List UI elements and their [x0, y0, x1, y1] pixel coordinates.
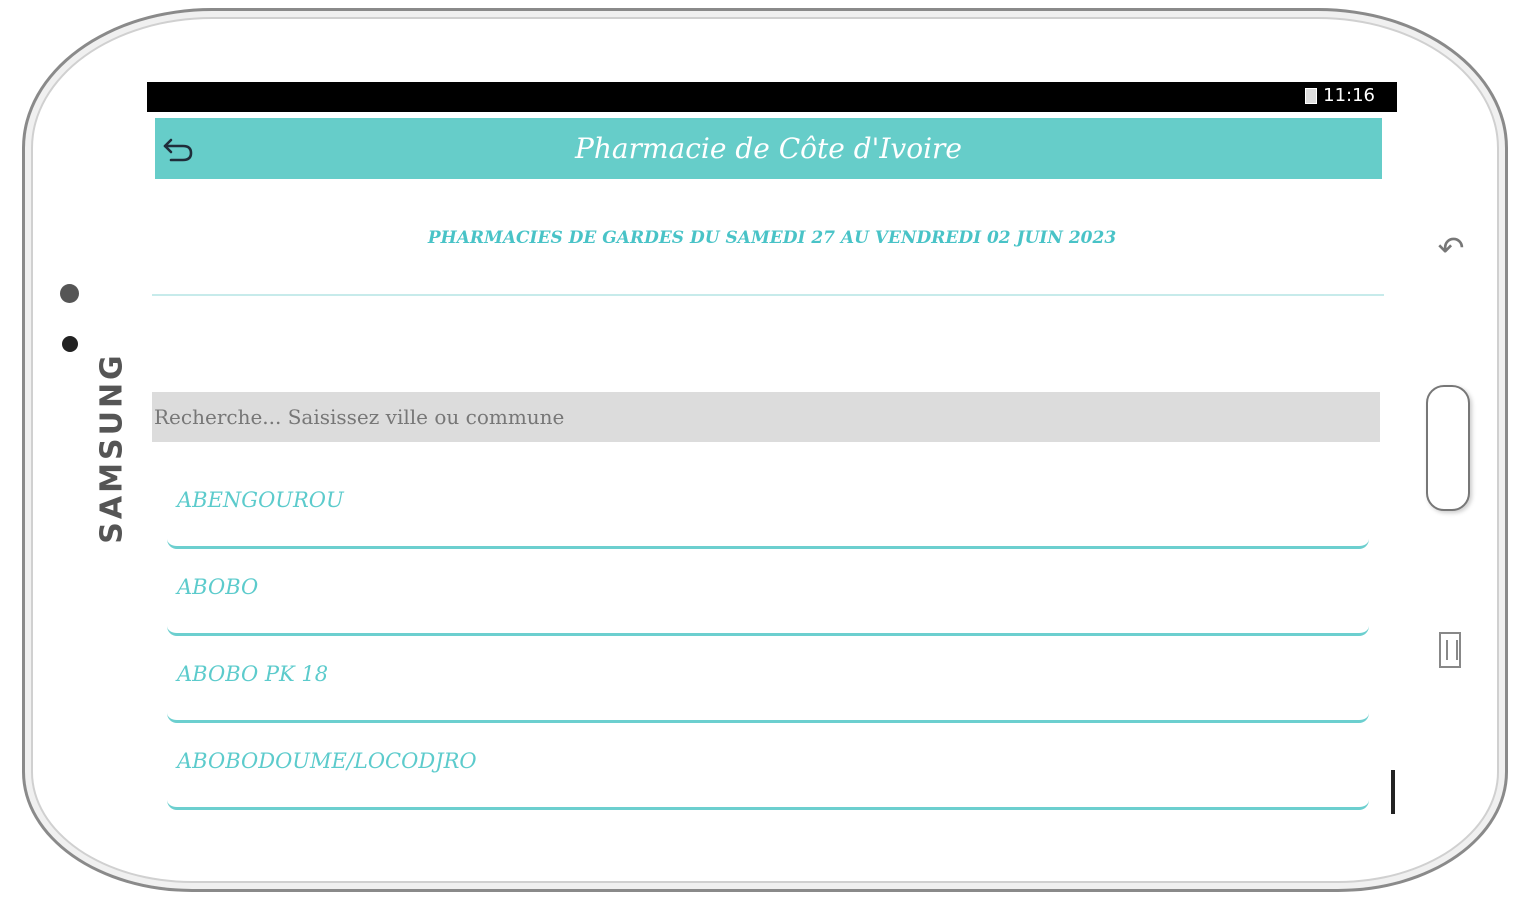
camera-icon — [60, 284, 79, 303]
app-title: Pharmacie de Côte d'Ivoire — [575, 132, 962, 165]
status-bar: 11:16 — [147, 82, 1397, 112]
list-item-label: ABOBO PK 18 — [177, 662, 329, 686]
list-item[interactable]: ABOBODOUME/LOCODJRO — [167, 723, 1369, 810]
guard-period-title: PHARMACIES DE GARDES DU SAMEDI 27 AU VEN… — [427, 228, 1117, 248]
search-input[interactable] — [152, 392, 1380, 442]
scrollbar[interactable] — [1391, 770, 1395, 814]
status-time: 11:16 — [1323, 85, 1375, 106]
list-item-underline — [167, 539, 1369, 549]
list-item-label: ABOBODOUME/LOCODJRO — [177, 749, 477, 773]
list-item-label: ABENGOUROU — [177, 488, 344, 512]
hardware-back-key-icon[interactable]: ↶ — [1436, 230, 1466, 266]
status-right: 11:16 — [1305, 85, 1375, 106]
device-brand: SAMSUNG — [94, 352, 130, 544]
hardware-menu-key-icon[interactable] — [1439, 632, 1461, 668]
list-item[interactable]: ABOBO — [167, 549, 1369, 636]
hardware-home-button[interactable] — [1426, 385, 1470, 511]
list-item-underline — [167, 626, 1369, 636]
list-item[interactable]: ABENGOUROU — [167, 462, 1369, 549]
list-item[interactable]: ABOBO PK 18 — [167, 636, 1369, 723]
sensor-icon — [62, 336, 78, 352]
battery-icon — [1305, 87, 1318, 104]
list-item-underline — [167, 800, 1369, 810]
app-bar: Pharmacie de Côte d'Ivoire — [155, 118, 1382, 179]
screen: 11:16 Pharmacie de Côte d'Ivoire PHARMAC… — [147, 82, 1397, 815]
list-item-label: ABOBO — [177, 575, 259, 599]
divider — [152, 294, 1384, 296]
commune-list: ABENGOUROU ABOBO ABOBO PK 18 ABOBODOUME/… — [167, 462, 1369, 810]
list-item-underline — [167, 713, 1369, 723]
